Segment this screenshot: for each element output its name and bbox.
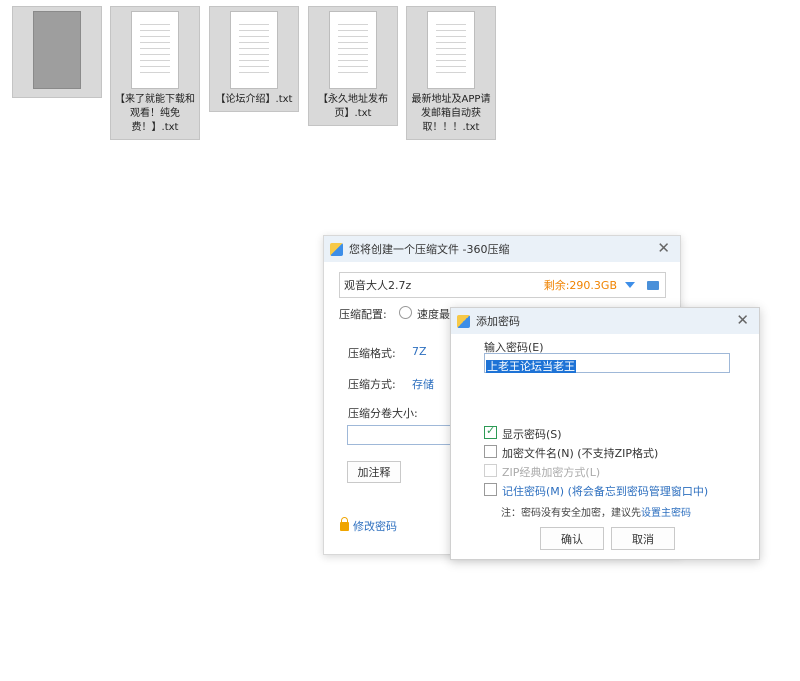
- text-file-label: 【论坛介绍】.txt: [215, 94, 293, 105]
- option-fast-label: 速度最: [417, 308, 450, 321]
- lock-icon: [340, 516, 349, 531]
- show-password-label: 显示密码(S): [502, 428, 562, 441]
- volume-label: 压缩分卷大小:: [348, 407, 418, 420]
- archive-name-field[interactable]: 观音大人2.7z 剩余:290.3GB: [339, 272, 666, 298]
- format-value[interactable]: 7Z: [412, 345, 427, 358]
- remaining-space: 剩余:290.3GB: [543, 279, 617, 292]
- show-password-checkbox[interactable]: [484, 424, 497, 439]
- change-password-link[interactable]: 修改密码: [340, 516, 397, 534]
- zip-classic-label: ZIP经典加密方式(L): [502, 466, 601, 479]
- app-icon: [330, 242, 343, 256]
- screen: 【来了就能下载和观看！纯免费！】.txt 【论坛介绍】.txt 【永久地址发布页…: [0, 0, 800, 681]
- radio-fast[interactable]: [399, 306, 412, 319]
- password-dialog-title: 添加密码: [476, 315, 520, 328]
- text-file-icon: [329, 11, 377, 89]
- password-value: 上老王论坛当老王: [486, 360, 576, 373]
- folder-icon[interactable]: [647, 280, 659, 290]
- text-file-icon: [230, 11, 278, 89]
- change-password-label: 修改密码: [353, 520, 397, 533]
- text-file-1[interactable]: 【来了就能下载和观看！纯免费！】.txt: [110, 6, 200, 140]
- text-file-label: 【来了就能下载和观看！纯免费！】.txt: [115, 94, 195, 133]
- zip-classic-checkbox: [484, 464, 497, 477]
- set-master-password-link[interactable]: 设置主密码: [641, 508, 691, 519]
- close-icon[interactable]: ✕: [657, 241, 670, 256]
- text-file-label: 【永久地址发布页】.txt: [318, 94, 388, 119]
- dropdown-arrow-icon[interactable]: [625, 282, 635, 288]
- app-icon: [457, 314, 470, 328]
- method-value[interactable]: 存储: [412, 376, 434, 392]
- text-file-icon: [131, 11, 179, 89]
- text-file-4[interactable]: 最新地址及APP请发邮箱自动获取！！！.txt: [406, 6, 496, 140]
- text-file-2[interactable]: 【论坛介绍】.txt: [209, 6, 299, 112]
- volume-size-input[interactable]: [347, 425, 452, 445]
- security-note: 注：密码没有安全加密，建议先设置主密码: [501, 504, 691, 519]
- ok-button[interactable]: 确认: [540, 527, 604, 550]
- video-thumbnail-placeholder: [33, 11, 81, 89]
- encrypt-names-label: 加密文件名(N) (不支持ZIP格式): [502, 447, 659, 460]
- format-label: 压缩格式:: [348, 347, 396, 360]
- add-password-dialog: 添加密码 ✕ 输入密码(E) 上老王论坛当老王 显示密码(S) 加密文件名(N)…: [450, 307, 760, 560]
- add-comment-button[interactable]: 加注释: [347, 461, 401, 483]
- video-file-label: [13, 89, 101, 97]
- password-input[interactable]: 上老王论坛当老王: [484, 353, 730, 373]
- cancel-button[interactable]: 取消: [611, 527, 675, 550]
- text-file-3[interactable]: 【永久地址发布页】.txt: [308, 6, 398, 126]
- text-file-icon: [427, 11, 475, 89]
- compress-window-titlebar[interactable]: 您将创建一个压缩文件 -360压缩 ✕: [324, 236, 680, 262]
- config-label: 压缩配置:: [339, 308, 387, 321]
- compress-window-title: 您将创建一个压缩文件 -360压缩: [349, 243, 510, 256]
- encrypt-names-checkbox[interactable]: [484, 445, 497, 458]
- text-file-label: 最新地址及APP请发邮箱自动获取！！！.txt: [411, 94, 491, 133]
- password-dialog-titlebar[interactable]: 添加密码 ✕: [451, 308, 759, 334]
- close-icon[interactable]: ✕: [736, 313, 749, 328]
- remember-password-label: 记住密码(M) (将会备忘到密码管理窗口中): [502, 485, 709, 498]
- note-text: 注：密码没有安全加密，建议先: [501, 508, 641, 519]
- archive-name: 观音大人2.7z: [344, 279, 412, 292]
- method-label: 压缩方式:: [348, 378, 396, 391]
- remember-password-checkbox[interactable]: [484, 483, 497, 496]
- video-file[interactable]: [12, 6, 102, 98]
